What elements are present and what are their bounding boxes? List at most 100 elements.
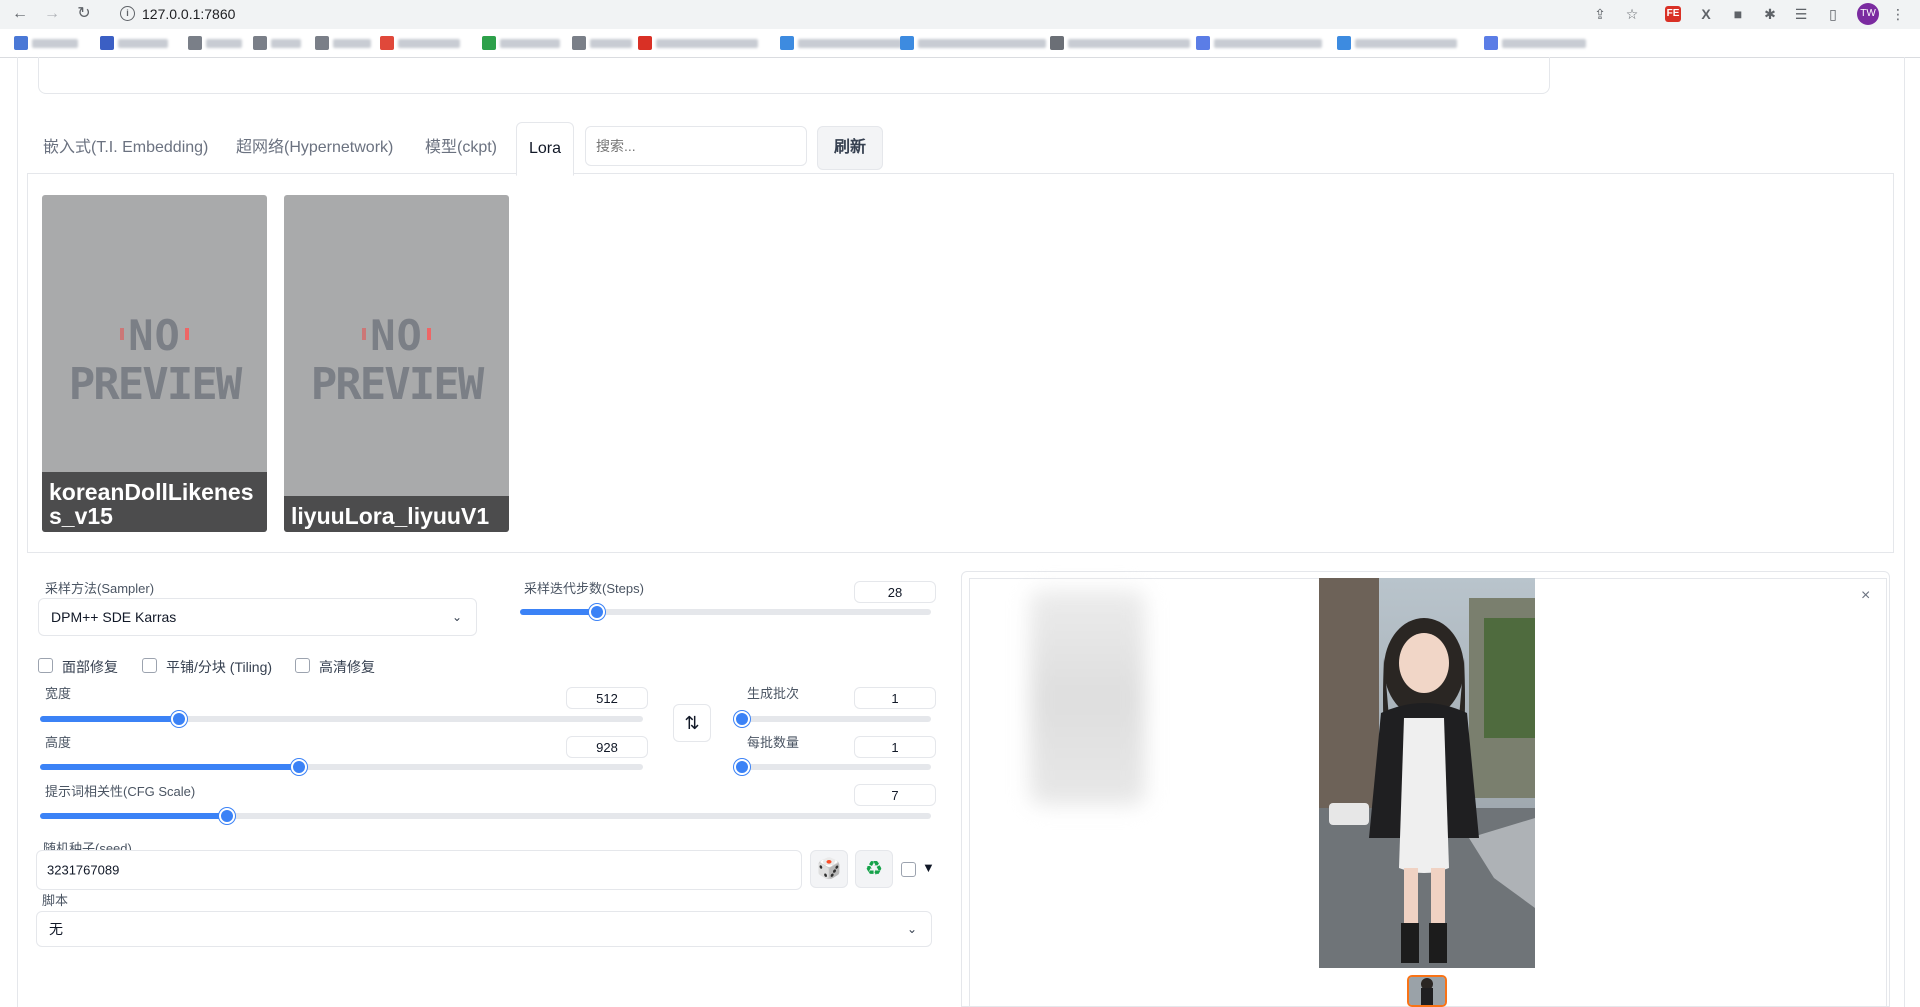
- bookmark-favicon-icon: [572, 36, 586, 50]
- reuse-seed-button[interactable]: ♻: [855, 850, 893, 888]
- refresh-button[interactable]: 刷新: [817, 126, 883, 170]
- bookmark-item[interactable]: [380, 36, 460, 50]
- batch-size-number-input[interactable]: 1: [854, 736, 936, 758]
- slider-handle[interactable]: [589, 604, 605, 620]
- gallery-thumbnail[interactable]: [1407, 975, 1447, 1007]
- profile-avatar[interactable]: TW: [1857, 3, 1879, 25]
- extension-fe-icon[interactable]: FE: [1665, 6, 1681, 22]
- bookmark-favicon-icon: [188, 36, 202, 50]
- bookmark-star-icon[interactable]: ☆: [1622, 4, 1642, 24]
- recycle-icon: ♻: [865, 858, 883, 880]
- sampler-label: 采样方法(Sampler): [45, 581, 155, 596]
- no-preview-placeholder: NO PREVIEW: [68, 311, 242, 410]
- menu-kebab-icon[interactable]: ⋮: [1888, 4, 1908, 24]
- slider-handle[interactable]: [171, 711, 187, 727]
- slider-fill: [40, 716, 179, 722]
- bookmark-item[interactable]: [1196, 36, 1322, 50]
- tab-hypernetwork[interactable]: 超网络(Hypernetwork): [224, 122, 405, 174]
- lora-card[interactable]: NO PREVIEW liyuuLora_liyuuV1: [284, 195, 509, 532]
- bookmark-item[interactable]: [900, 36, 1046, 50]
- extension-game-icon[interactable]: ■: [1728, 4, 1748, 24]
- cfg-scale-label: 提示词相关性(CFG Scale): [45, 784, 196, 799]
- slider-handle[interactable]: [219, 808, 235, 824]
- bookmark-favicon-icon: [14, 36, 28, 50]
- search-input[interactable]: [585, 126, 807, 166]
- width-slider[interactable]: [40, 711, 643, 727]
- bookmark-item[interactable]: [482, 36, 560, 50]
- bookmark-favicon-icon: [1050, 36, 1064, 50]
- width-number-input[interactable]: 512: [566, 687, 648, 709]
- bookmark-item[interactable]: [100, 36, 168, 50]
- bookmark-favicon-icon: [900, 36, 914, 50]
- swap-dimensions-button[interactable]: ⇅: [673, 704, 711, 742]
- bookmark-item[interactable]: [780, 36, 902, 50]
- bookmark-item[interactable]: [188, 36, 242, 50]
- tab-lora[interactable]: Lora: [516, 122, 575, 176]
- bookmark-favicon-icon: [1484, 36, 1498, 50]
- hires-fix-checkbox[interactable]: [295, 658, 310, 673]
- bookmark-favicon-icon: [253, 36, 267, 50]
- swap-icon: ⇅: [684, 713, 700, 733]
- extra-seed-checkbox[interactable]: [901, 862, 916, 877]
- share-icon[interactable]: ⇪: [1590, 4, 1610, 24]
- prompt-box-bottom: [38, 57, 1550, 94]
- extensions-puzzle-icon[interactable]: ✱: [1760, 4, 1780, 24]
- bookmark-item[interactable]: [1337, 36, 1457, 50]
- lora-card[interactable]: NO PREVIEW koreanDollLikeness_v15: [42, 195, 267, 532]
- extra-seed-triangle-icon[interactable]: ▼: [922, 860, 935, 875]
- bookmark-favicon-icon: [1196, 36, 1210, 50]
- script-label: 脚本: [42, 893, 69, 908]
- bookmarks-bar: [0, 29, 1920, 58]
- script-dropdown[interactable]: 无 ⌄: [36, 911, 932, 947]
- seed-input[interactable]: 3231767089: [36, 850, 802, 890]
- batch-count-number-input[interactable]: 1: [854, 687, 936, 709]
- batch-count-slider[interactable]: [734, 711, 931, 727]
- bookmark-item[interactable]: [253, 36, 301, 50]
- steps-number-input[interactable]: 28: [854, 581, 936, 603]
- bookmark-item[interactable]: [1050, 36, 1190, 50]
- sampler-dropdown[interactable]: DPM++ SDE Karras ⌄: [38, 598, 477, 636]
- slider-handle[interactable]: [291, 759, 307, 775]
- script-value: 无: [49, 921, 63, 937]
- reload-icon[interactable]: ↻: [74, 4, 94, 24]
- gallery-thumbnail-art: [1409, 977, 1445, 1005]
- tab-checkpoint[interactable]: 模型(ckpt): [413, 122, 509, 174]
- slider-fill: [40, 764, 299, 770]
- random-seed-button[interactable]: 🎲: [810, 850, 848, 888]
- forward-icon[interactable]: →: [42, 4, 62, 24]
- width-label: 宽度: [45, 686, 72, 701]
- cfg-scale-slider[interactable]: [40, 808, 931, 824]
- bookmark-item[interactable]: [315, 36, 371, 50]
- bookmark-item[interactable]: [1484, 36, 1586, 50]
- slider-handle[interactable]: [734, 759, 750, 775]
- back-icon[interactable]: ←: [10, 4, 30, 24]
- sampler-value: DPM++ SDE Karras: [51, 609, 177, 625]
- bookmark-item[interactable]: [638, 36, 758, 50]
- height-slider[interactable]: [40, 759, 643, 775]
- side-panel-icon[interactable]: ▯: [1823, 4, 1843, 24]
- steps-slider[interactable]: [520, 604, 931, 620]
- cfg-scale-number-input[interactable]: 7: [854, 784, 936, 806]
- slider-fill: [520, 609, 597, 615]
- generated-image-art: [1319, 578, 1535, 968]
- tab-embedding[interactable]: 嵌入式(T.I. Embedding): [31, 122, 220, 174]
- bookmark-favicon-icon: [380, 36, 394, 50]
- height-number-input[interactable]: 928: [566, 736, 648, 758]
- tiling-checkbox[interactable]: [142, 658, 157, 673]
- bookmark-item[interactable]: [14, 36, 78, 50]
- face-restore-checkbox[interactable]: [38, 658, 53, 673]
- dice-icon: 🎲: [816, 858, 842, 880]
- generated-image[interactable]: [1319, 578, 1535, 968]
- slider-handle[interactable]: [734, 711, 750, 727]
- address-bar[interactable]: i 127.0.0.1:7860: [110, 3, 1640, 26]
- bookmark-item[interactable]: [572, 36, 632, 50]
- reading-list-icon[interactable]: ☰: [1791, 4, 1811, 24]
- hires-fix-label: 高清修复: [319, 659, 375, 675]
- extension-x-icon[interactable]: X: [1696, 4, 1716, 24]
- close-icon[interactable]: ×: [1861, 587, 1870, 605]
- blurred-preview-image: [1030, 590, 1145, 805]
- browser-toolbar: ← → ↻ i 127.0.0.1:7860 ⇪ ☆ FE X ■ ✱ ☰ ▯ …: [0, 0, 1920, 29]
- site-info-icon[interactable]: i: [120, 6, 135, 21]
- batch-size-slider[interactable]: [734, 759, 931, 775]
- chevron-down-icon: ⌄: [451, 610, 462, 624]
